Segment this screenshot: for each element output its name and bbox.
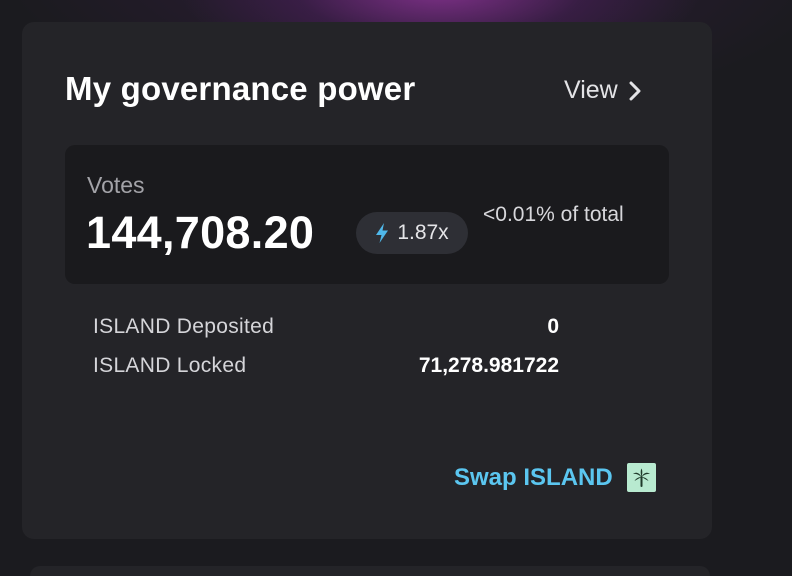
next-card-edge [30,566,710,576]
swap-island-link[interactable]: Swap ISLAND [454,463,656,492]
locked-value: 71,278.981722 [418,354,559,377]
palm-tree-icon [626,463,656,492]
chevron-right-icon [628,80,642,102]
deposited-value: 0 [547,315,559,338]
lightning-bolt-icon [375,222,389,244]
card-title: My governance power [65,70,416,107]
view-label: View [564,76,618,104]
vote-multiplier-badge: 1.87x [356,212,468,254]
votes-label: Votes [87,172,145,198]
swap-label: Swap ISLAND [454,463,613,491]
votes-value: 144,708.20 [86,207,315,258]
votes-panel: Votes 144,708.20 1.87x <0.01% of total [65,145,669,284]
deposited-label: ISLAND Deposited [93,315,275,338]
view-link[interactable]: View [564,76,642,105]
locked-label: ISLAND Locked [93,354,247,377]
share-of-total: <0.01% of total [483,203,624,226]
multiplier-value: 1.87x [397,221,449,244]
governance-power-card: My governance power View Votes 144,708.2… [22,22,712,539]
